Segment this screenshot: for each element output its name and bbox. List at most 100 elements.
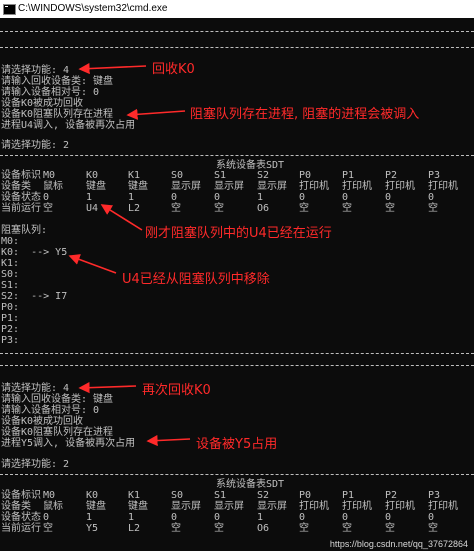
sdt-cell: L2	[128, 203, 141, 214]
sdt-row-header: 设备状态	[1, 512, 41, 523]
console-line: 阻塞队列:	[1, 225, 48, 236]
sdt-cell: 空	[171, 523, 181, 534]
sdt-cell: 0	[171, 192, 178, 203]
sdt-cell: 0	[171, 512, 178, 523]
sdt-cell: S0	[171, 170, 184, 181]
sdt-cell: S1	[214, 490, 227, 501]
sdt-cell: 空	[342, 523, 352, 534]
queue-line: P2:	[1, 324, 20, 335]
annotation: 设备被Y5占用	[196, 437, 278, 452]
arrow	[78, 62, 147, 75]
sdt-row-header: 设备类	[1, 501, 31, 512]
sdt-row-header: 设备状态	[1, 192, 41, 203]
sdt-cell: K0	[86, 170, 99, 181]
sdt-cell: 显示屏	[171, 501, 201, 512]
sdt-cell: 0	[299, 192, 306, 203]
annotation: 刚才阻塞队列中的U4已经在运行	[145, 226, 332, 241]
console-line: 设备K0阻塞队列存在进程	[1, 109, 114, 120]
sdt-row-header: 设备标识	[1, 490, 41, 501]
sdt-cell: 空	[214, 203, 224, 214]
console-line: 请选择功能: 2	[1, 140, 70, 151]
sdt-cell: Y5	[86, 523, 99, 534]
sdt-cell: 显示屏	[257, 181, 287, 192]
title-bar[interactable]: C:\WINDOWS\system32\cmd.exe	[0, 0, 474, 18]
sdt-cell: 1	[128, 512, 135, 523]
sdt-cell: P3	[428, 170, 441, 181]
sdt-cell: 0	[385, 192, 392, 203]
console-line: 请选择功能: 4	[1, 65, 70, 76]
queue-line: P3:	[1, 335, 20, 346]
sdt-cell: K0	[86, 490, 99, 501]
sdt-cell: 1	[257, 192, 264, 203]
sdt-cell: 显示屏	[171, 181, 201, 192]
queue-line: S2: --> I7	[1, 291, 68, 302]
sdt-cell: P1	[342, 170, 355, 181]
sdt-cell: K1	[128, 490, 141, 501]
console-line: 请输入设备相对号: 0	[1, 405, 100, 416]
sdt-cell: 0	[299, 512, 306, 523]
console-line: 请选择功能: 2	[1, 459, 70, 470]
sdt-cell: 打印机	[342, 501, 372, 512]
sdt-cell: 1	[257, 512, 264, 523]
sdt-cell: O6	[257, 203, 270, 214]
sdt-cell: P2	[385, 490, 398, 501]
separator	[0, 365, 474, 366]
sdt-cell: 空	[43, 523, 53, 534]
queue-line: P1:	[1, 313, 20, 324]
separator	[0, 155, 474, 156]
sdt-cell: P0	[299, 490, 312, 501]
separator	[0, 353, 474, 354]
annotation: 再次回收K0	[142, 383, 211, 398]
sdt-cell: S1	[214, 170, 227, 181]
sdt-cell: S0	[171, 490, 184, 501]
sdt-cell: 打印机	[299, 181, 329, 192]
sdt-cell: 显示屏	[214, 501, 244, 512]
sdt-row-header: 设备类	[1, 181, 31, 192]
console-line: 请选择功能: 4	[1, 383, 70, 394]
console-line: 设备K0被成功回收	[1, 98, 84, 109]
arrow	[146, 434, 191, 447]
sdt-cell: 0	[214, 192, 221, 203]
console-line: 进程U4调入, 设备被再次占用	[1, 120, 136, 131]
queue-line: S1:	[1, 280, 20, 291]
sdt-row-header: 当前运行	[1, 523, 41, 534]
sdt-cell: 打印机	[385, 181, 415, 192]
sdt-cell: P2	[385, 170, 398, 181]
sdt-cell: P3	[428, 490, 441, 501]
sdt-cell: K1	[128, 170, 141, 181]
sdt-cell: 键盘	[128, 181, 148, 192]
sdt-cell: 0	[428, 512, 435, 523]
queue-line: K0: --> Y5	[1, 247, 68, 258]
separator	[0, 474, 474, 475]
sdt-row-header: 设备标识	[1, 170, 41, 181]
cmd-icon	[3, 4, 16, 15]
sdt-cell: 空	[385, 203, 395, 214]
arrow	[126, 108, 186, 120]
sdt-cell: 显示屏	[214, 181, 244, 192]
separator	[0, 47, 474, 48]
sdt-cell: 显示屏	[257, 501, 287, 512]
sdt-cell: S2	[257, 490, 270, 501]
sdt-cell: 打印机	[299, 501, 329, 512]
annotation: 回收K0	[152, 62, 195, 77]
sdt-cell: M0	[43, 490, 56, 501]
sdt-cell: 打印机	[428, 181, 458, 192]
sdt-cell: 1	[86, 512, 93, 523]
sdt-cell: 空	[299, 523, 309, 534]
queue-line: M0:	[1, 236, 20, 247]
window-title: C:\WINDOWS\system32\cmd.exe	[18, 3, 168, 14]
console-output: 请选择功能: 4 请输入回收设备类: 键盘 请输入设备相对号: 0 设备K0被成…	[0, 18, 474, 551]
sdt-cell: 0	[428, 192, 435, 203]
console-line: 请输入回收设备类: 键盘	[1, 76, 114, 87]
sdt-cell: P0	[299, 170, 312, 181]
console-line: 设备K0被成功回收	[1, 416, 84, 427]
sdt-cell: 鼠标	[43, 181, 63, 192]
sdt-cell: 0	[43, 512, 50, 523]
sdt-cell: 0	[342, 512, 349, 523]
sdt-cell: 空	[299, 203, 309, 214]
sdt-cell: 1	[86, 192, 93, 203]
queue-line: S0:	[1, 269, 20, 280]
console-line: 设备K0阻塞队列存在进程	[1, 427, 114, 438]
sdt-title: 系统设备表SDT	[216, 160, 285, 171]
annotation: U4已经从阻塞队列中移除	[122, 272, 270, 287]
